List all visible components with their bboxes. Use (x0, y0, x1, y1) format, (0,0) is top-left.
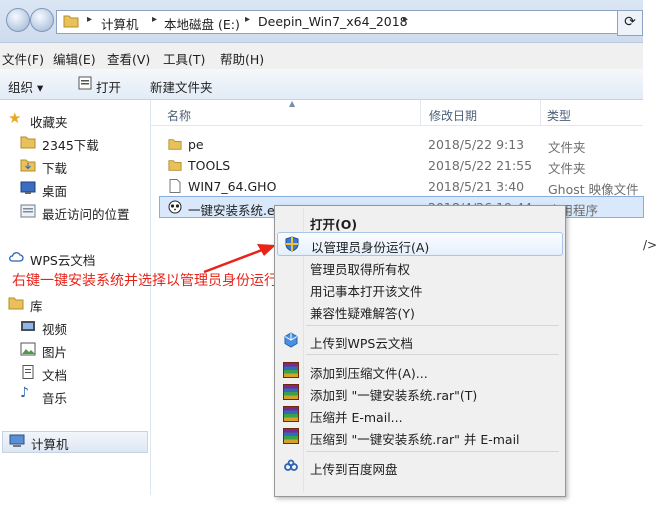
annotation-text: 右键一键安装系统并选择以管理员身份运行 (12, 273, 278, 289)
menu-edit[interactable]: 编辑(E) (53, 49, 96, 68)
column-header-row: 名称 ▲ 修改日期 类型 (151, 99, 643, 126)
menu-file[interactable]: 文件(F) (2, 49, 44, 68)
menu-item-open[interactable]: 打开(O) (277, 210, 561, 232)
breadcrumb-deepin-folder[interactable]: Deepin_Win7_x64_2018 (258, 14, 408, 29)
picture-icon (20, 342, 36, 356)
command-toolbar: 组织 ▾ 打开 新建文件夹 (0, 69, 643, 100)
document-icon (22, 365, 34, 379)
menu-item-open-notepad[interactable]: 用记事本打开该文件 (277, 277, 561, 299)
stray-markup-text: /> (643, 238, 658, 252)
menu-item-add-rar[interactable]: 添加到 "一键安装系统.rar"(T) (277, 381, 561, 403)
file-icon (169, 179, 181, 193)
nav-computer[interactable]: 计算机 (2, 431, 148, 453)
file-row-pe[interactable]: pe 2018/5/22 9:13 文件夹 (160, 134, 643, 155)
column-divider[interactable] (540, 100, 541, 125)
address-toolbar: ▸ 计算机 ▸ 本地磁盘 (E:) ▸ Deepin_Win7_x64_2018… (0, 0, 643, 43)
breadcrumb-separator-icon: ▸ (403, 14, 409, 25)
wps-cloud-icon (284, 332, 298, 348)
library-icon (8, 297, 24, 310)
menu-item-compress-email[interactable]: 压缩并 E-mail... (277, 403, 561, 425)
menu-separator (306, 354, 559, 355)
new-folder-button[interactable]: 新建文件夹 (150, 77, 213, 96)
context-menu: 打开(O) 以管理员身份运行(A) 管理员取得所有权 用记事本打开该文件 兼容性… (274, 205, 566, 497)
menu-view[interactable]: 查看(V) (107, 49, 150, 68)
file-row-tools[interactable]: TOOLS 2018/5/22 21:55 文件夹 (160, 155, 643, 176)
column-modified[interactable]: 修改日期 (429, 107, 477, 124)
menu-item-add-archive[interactable]: 添加到压缩文件(A)... (277, 359, 561, 381)
open-icon (78, 76, 92, 90)
breadcrumb-separator-icon: ▸ (87, 14, 93, 25)
video-icon (21, 321, 35, 331)
menu-help[interactable]: 帮助(H) (220, 49, 264, 68)
breadcrumb-separator-icon: ▸ (245, 14, 251, 25)
organize-button[interactable]: 组织 ▾ (8, 77, 43, 96)
winrar-icon (283, 384, 299, 400)
column-name[interactable]: 名称 (167, 107, 191, 124)
menu-separator (306, 451, 559, 452)
refresh-icon[interactable]: ⟳ (617, 10, 643, 36)
recent-places-icon (20, 204, 36, 218)
menu-tools[interactable]: 工具(T) (163, 49, 205, 68)
baidu-netdisk-icon (284, 459, 298, 471)
menu-item-take-ownership[interactable]: 管理员取得所有权 (277, 255, 561, 277)
back-button[interactable] (6, 8, 30, 32)
menu-bar: 文件(F) 编辑(E) 查看(V) 工具(T) 帮助(H) (0, 43, 643, 69)
shield-icon (285, 236, 299, 252)
winrar-icon (283, 406, 299, 422)
star-icon: ★ (8, 109, 22, 127)
address-bar[interactable]: ▸ 计算机 ▸ 本地磁盘 (E:) ▸ Deepin_Win7_x64_2018… (56, 10, 618, 34)
folder-icon (168, 139, 182, 150)
menu-item-run-as-admin[interactable]: 以管理员身份运行(A) (277, 232, 563, 256)
column-type[interactable]: 类型 (547, 107, 571, 124)
menu-item-upload-baidu[interactable]: 上传到百度网盘 (277, 455, 561, 477)
file-row-gho[interactable]: WIN7_64.GHO 2018/5/21 3:40 Ghost 映像文件 (160, 176, 643, 197)
forward-button[interactable] (30, 8, 54, 32)
breadcrumb-separator-icon: ▸ (152, 14, 158, 25)
desktop-icon (20, 181, 36, 194)
folder-icon (20, 136, 36, 149)
music-note-icon: ♪ (20, 385, 29, 401)
breadcrumb-drive-e[interactable]: 本地磁盘 (E:) (164, 14, 240, 33)
cloud-icon (9, 252, 24, 262)
downloads-folder-icon (20, 159, 36, 172)
sort-arrow-icon: ▲ (289, 99, 296, 108)
navigation-pane: ★ 收藏夹 2345下载 下载 桌面 最近访问的位置 WPS云文档 库 视频 图… (0, 100, 151, 495)
folder-icon (168, 160, 182, 171)
computer-icon (9, 434, 25, 447)
breadcrumb-computer[interactable]: 计算机 (101, 14, 139, 33)
menu-item-compress-rar-email[interactable]: 压缩到 "一键安装系统.rar" 并 E-mail (277, 425, 561, 447)
open-button[interactable]: 打开 (96, 77, 121, 96)
menu-item-upload-wps[interactable]: 上传到WPS云文档 (277, 329, 561, 351)
column-divider[interactable] (420, 100, 421, 125)
panda-app-icon (168, 200, 182, 214)
menu-item-troubleshoot[interactable]: 兼容性疑难解答(Y) (277, 299, 561, 321)
winrar-icon (283, 362, 299, 378)
folder-icon (63, 15, 79, 28)
winrar-icon (283, 428, 299, 444)
menu-separator (306, 325, 559, 326)
